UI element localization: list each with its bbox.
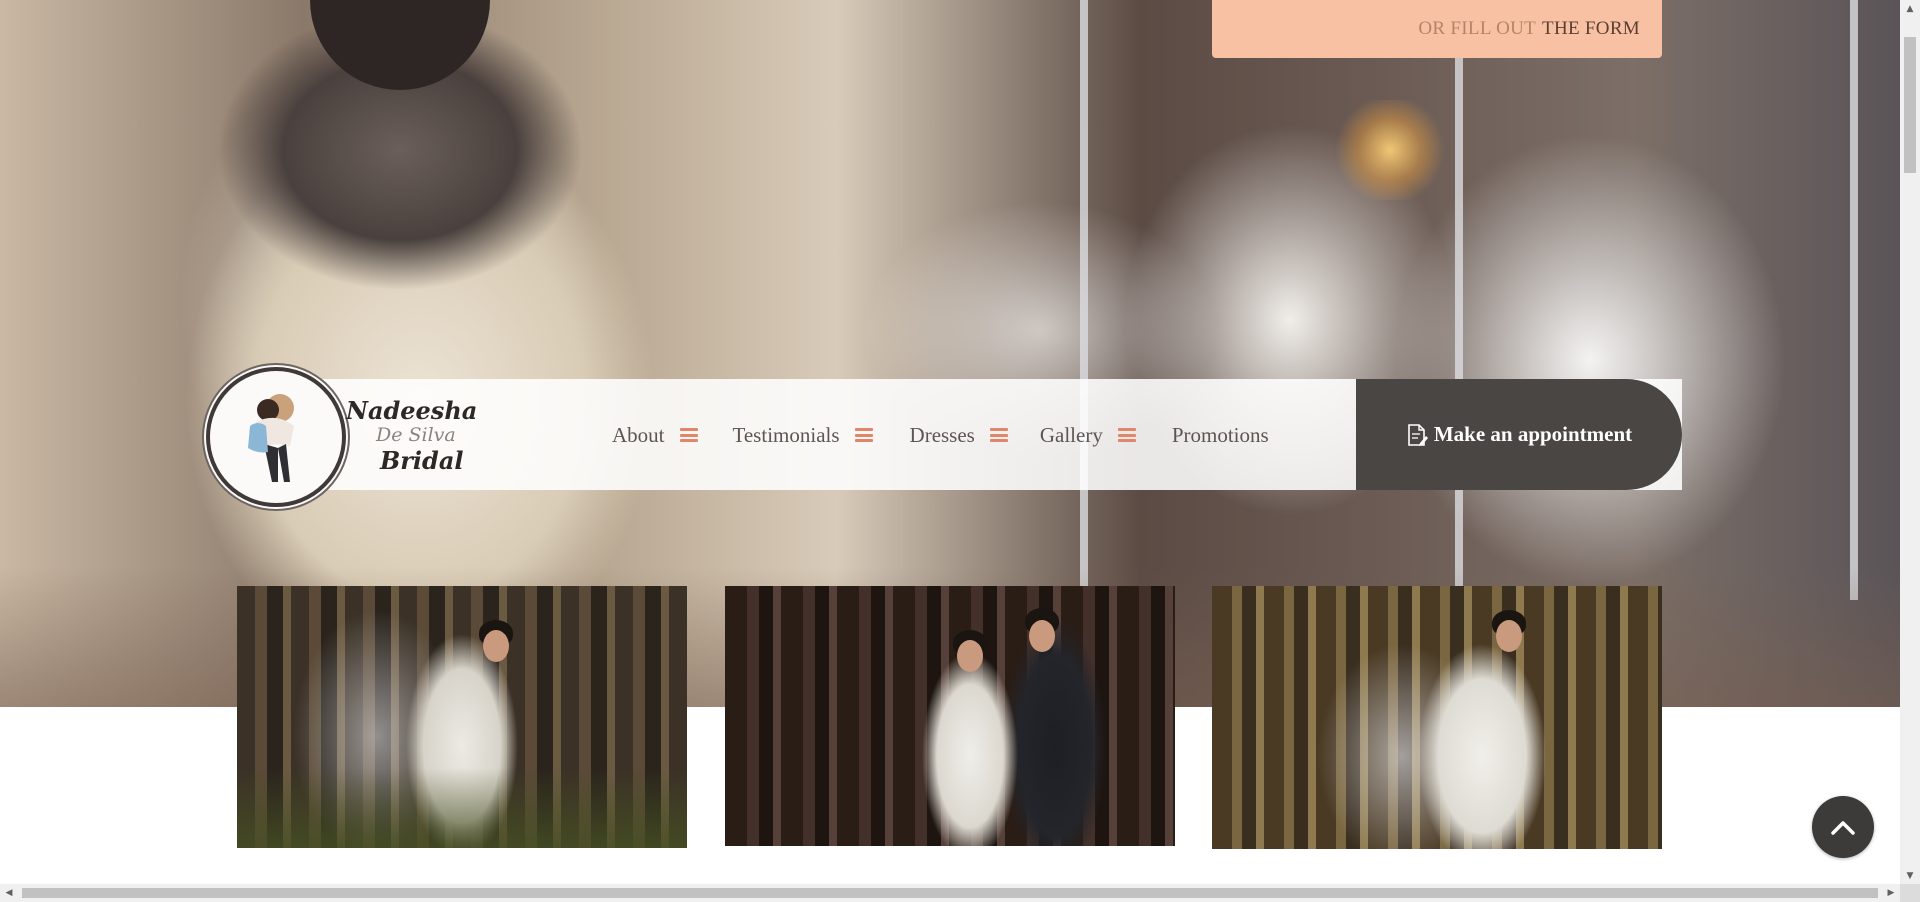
nav-item-dresses[interactable]: Dresses [910, 423, 1008, 448]
appointment-label: Make an appointment [1433, 422, 1633, 446]
nav-item-promotions[interactable]: Promotions [1172, 423, 1269, 448]
vertical-scrollbar-thumb[interactable] [1904, 37, 1916, 173]
photo-subject-face [957, 640, 983, 672]
nav-item-about[interactable]: About [612, 423, 698, 448]
vertical-scrollbar[interactable]: ▲ ▼ [1900, 0, 1920, 884]
nav-item-label[interactable]: Promotions [1172, 423, 1269, 448]
cta-form-link[interactable]: THE FORM [1542, 18, 1640, 40]
photo-subject-face [1029, 620, 1055, 652]
nav-item-testimonials[interactable]: Testimonials [733, 423, 873, 448]
horizontal-scrollbar[interactable]: ◀ ▶ [0, 884, 1900, 902]
nav-item-label[interactable]: Gallery [1040, 423, 1103, 448]
brand-name[interactable]: Nadeesha De Silva Bridal [340, 396, 480, 476]
brand-line-2: De Silva [376, 424, 456, 446]
menu-icon[interactable] [1117, 428, 1136, 442]
couple-logo-icon [248, 394, 294, 482]
horizontal-scrollbar-thumb[interactable] [22, 888, 1878, 898]
back-to-top-button[interactable] [1812, 796, 1874, 858]
mannequin-dress-image [120, 0, 680, 620]
gallery-photo-bride-portrait[interactable] [1212, 586, 1662, 849]
gallery-photo-bride-veil[interactable] [237, 586, 687, 848]
scroll-right-icon[interactable]: ▶ [1882, 884, 1900, 902]
brand-line-3: Bridal [380, 446, 464, 475]
nav-menu: About Testimonials Dresses Gallery Promo… [612, 415, 1269, 455]
decor-rack [1850, 0, 1858, 600]
menu-icon[interactable] [679, 428, 698, 442]
decor-lights [1330, 100, 1450, 200]
document-edit-icon [1408, 423, 1428, 446]
photo-subject-face [1496, 620, 1522, 652]
nav-item-label[interactable]: Dresses [910, 423, 975, 448]
scroll-left-icon[interactable]: ◀ [0, 884, 18, 902]
scroll-down-icon[interactable]: ▼ [1900, 867, 1920, 884]
brand-line-1: Nadeesha [346, 396, 478, 425]
nav-item-label[interactable]: Testimonials [733, 423, 840, 448]
menu-icon[interactable] [989, 428, 1008, 442]
nav-item-label[interactable]: About [612, 423, 665, 448]
gallery-photo-couple[interactable] [725, 586, 1175, 846]
scrollbar-corner [1900, 884, 1920, 902]
chevron-up-icon [1831, 821, 1855, 835]
nav-item-gallery[interactable]: Gallery [1040, 423, 1136, 448]
make-appointment-button[interactable]: Make an appointment [1356, 379, 1682, 490]
cta-muted-text: OR FILL OUT [1418, 18, 1537, 39]
decor-rack [1455, 0, 1463, 600]
photo-subject-face [483, 630, 509, 662]
brand-logo[interactable] [206, 367, 346, 507]
decor-rack [1080, 0, 1088, 600]
menu-icon[interactable] [854, 428, 873, 442]
scroll-up-icon[interactable]: ▲ [1900, 0, 1920, 17]
contact-form-cta[interactable]: OR FILL OUT THE FORM [1212, 0, 1662, 58]
